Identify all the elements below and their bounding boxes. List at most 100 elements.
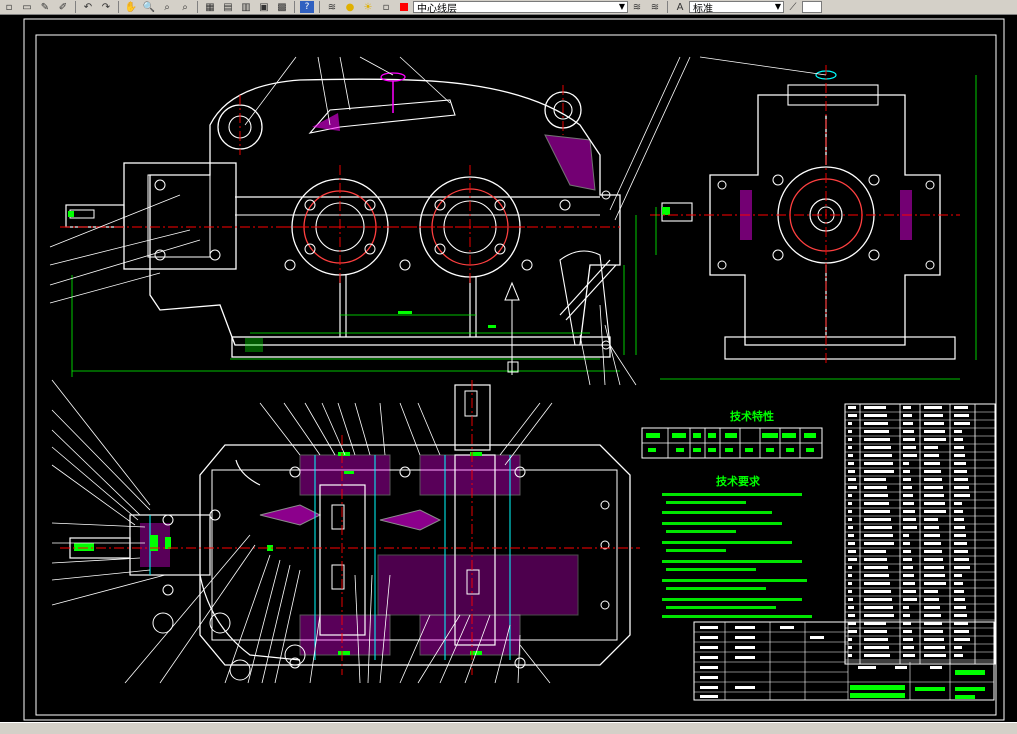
plan-section-view xyxy=(51,379,640,684)
parts-list-cell xyxy=(848,454,853,457)
design-center-icon[interactable]: ▤ xyxy=(221,1,235,13)
brush-icon[interactable]: ✐ xyxy=(56,1,70,13)
parts-list-cell xyxy=(864,486,887,489)
parts-list-cell xyxy=(864,414,887,417)
open-file-icon[interactable]: ▭ xyxy=(20,1,34,13)
dimstyle-dropdown[interactable] xyxy=(802,1,822,13)
parts-list-cell xyxy=(903,422,913,425)
parts-list-cell xyxy=(848,422,852,425)
tech-requirements: 技术要求 xyxy=(662,474,812,618)
zoom-realtime-icon[interactable]: 🔍 xyxy=(142,1,156,13)
parts-list-cell xyxy=(848,566,852,569)
parts-list-cell xyxy=(864,558,887,561)
toolbar-separator xyxy=(294,1,295,13)
parts-list-cell xyxy=(903,638,913,641)
parts-list-cell xyxy=(924,454,939,457)
parts-list-cell xyxy=(954,534,966,537)
parts-list-cell xyxy=(864,446,891,449)
parts-list-cell xyxy=(954,542,967,545)
layer-on-icon[interactable]: ● xyxy=(343,1,357,13)
parts-list-cell xyxy=(848,574,852,577)
parts-list-cell xyxy=(903,438,915,441)
tool-palette-icon[interactable]: ▥ xyxy=(239,1,253,13)
make-current-layer-icon[interactable]: ≋ xyxy=(630,1,644,13)
parts-list-cell xyxy=(848,494,852,497)
parts-list-cell xyxy=(864,422,888,425)
parts-list-cell xyxy=(864,630,887,633)
parts-list-cell xyxy=(903,406,911,409)
parts-list-cell xyxy=(848,518,852,521)
layer-dropdown[interactable]: 中心线层 ▼ xyxy=(413,1,628,15)
parts-list-cell xyxy=(924,614,941,617)
parts-list-cell xyxy=(954,502,962,505)
parts-list-cell xyxy=(924,510,946,513)
parts-list-cell xyxy=(924,446,938,449)
parts-list-cell xyxy=(954,598,965,601)
layer-color-swatch-icon[interactable] xyxy=(397,1,411,13)
parts-list-cell xyxy=(848,542,855,545)
parts-list-cell xyxy=(864,654,890,657)
parts-list-cell xyxy=(903,494,913,497)
parts-list-cell xyxy=(903,414,912,417)
parts-list-cell xyxy=(924,478,942,481)
parts-list-cell xyxy=(954,582,963,585)
parts-list-cell xyxy=(903,478,911,481)
parts-list-cell xyxy=(924,654,946,657)
parts-list-cell xyxy=(954,566,970,569)
parts-list xyxy=(844,403,996,665)
title-block xyxy=(693,621,995,701)
chevron-down-icon: ▼ xyxy=(618,2,625,11)
parts-list-cell xyxy=(848,534,854,537)
parts-list-cell xyxy=(864,430,889,433)
toolbar-separator xyxy=(319,1,320,13)
parts-list-cell xyxy=(903,582,915,585)
parts-list-cell xyxy=(954,422,970,425)
sheet-set-icon[interactable]: ▣ xyxy=(257,1,271,13)
properties-icon[interactable]: ▦ xyxy=(203,1,217,13)
parts-list-cell xyxy=(954,510,963,513)
parts-list-cell xyxy=(864,606,893,609)
text-style-icon[interactable]: A xyxy=(673,1,687,13)
parts-list-cell xyxy=(903,630,912,633)
parts-list-cell xyxy=(864,598,892,601)
redo-icon[interactable]: ↷ xyxy=(99,1,113,13)
toolbar-separator xyxy=(118,1,119,13)
parts-list-cell xyxy=(864,582,890,585)
parts-list-cell xyxy=(848,406,856,409)
parts-list-cell xyxy=(924,646,945,649)
parts-list-cell xyxy=(848,502,852,505)
parts-list-cell xyxy=(848,510,852,513)
dimension-style-icon[interactable]: ⟋ xyxy=(786,1,800,13)
layer-manager-icon[interactable]: ≋ xyxy=(325,1,339,13)
parts-list-cell xyxy=(903,558,912,561)
help-icon[interactable]: ? xyxy=(300,1,314,13)
layer-freeze-icon[interactable]: ☀ xyxy=(361,1,375,13)
parts-list-cell xyxy=(903,542,910,545)
zoom-window-icon[interactable]: ⌕ xyxy=(160,1,174,13)
drawing-canvas[interactable]: 技术特性 技术要求 xyxy=(0,15,1017,722)
parts-list-cell xyxy=(924,430,945,433)
parts-list-cell xyxy=(924,606,940,609)
pencil-icon[interactable]: ✎ xyxy=(38,1,52,13)
new-file-icon[interactable]: ▫ xyxy=(2,1,16,13)
parts-list-cell xyxy=(903,614,910,617)
layer-previous-icon[interactable]: ≋ xyxy=(648,1,662,13)
pan-icon[interactable]: ✋ xyxy=(124,1,138,13)
layer-lock-icon[interactable]: ▫ xyxy=(379,1,393,13)
style-dropdown[interactable]: 标准 ▼ xyxy=(689,1,784,15)
calculator-icon[interactable]: ▩ xyxy=(275,1,289,13)
parts-list-cell xyxy=(864,566,888,569)
parts-list-cell xyxy=(924,574,945,577)
parts-list-cell xyxy=(864,438,890,441)
parts-list-cell xyxy=(954,550,968,553)
undo-icon[interactable]: ↶ xyxy=(81,1,95,13)
parts-list-cell xyxy=(864,542,894,545)
parts-list-cell xyxy=(903,550,911,553)
parts-list-cell xyxy=(848,462,854,465)
zoom-previous-icon[interactable]: ⌕ xyxy=(178,1,192,13)
parts-list-cell xyxy=(848,478,856,481)
toolbar-separator xyxy=(667,1,668,13)
parts-list-cell xyxy=(954,558,969,561)
parts-list-cell xyxy=(924,406,942,409)
parts-list-cell xyxy=(924,550,942,553)
